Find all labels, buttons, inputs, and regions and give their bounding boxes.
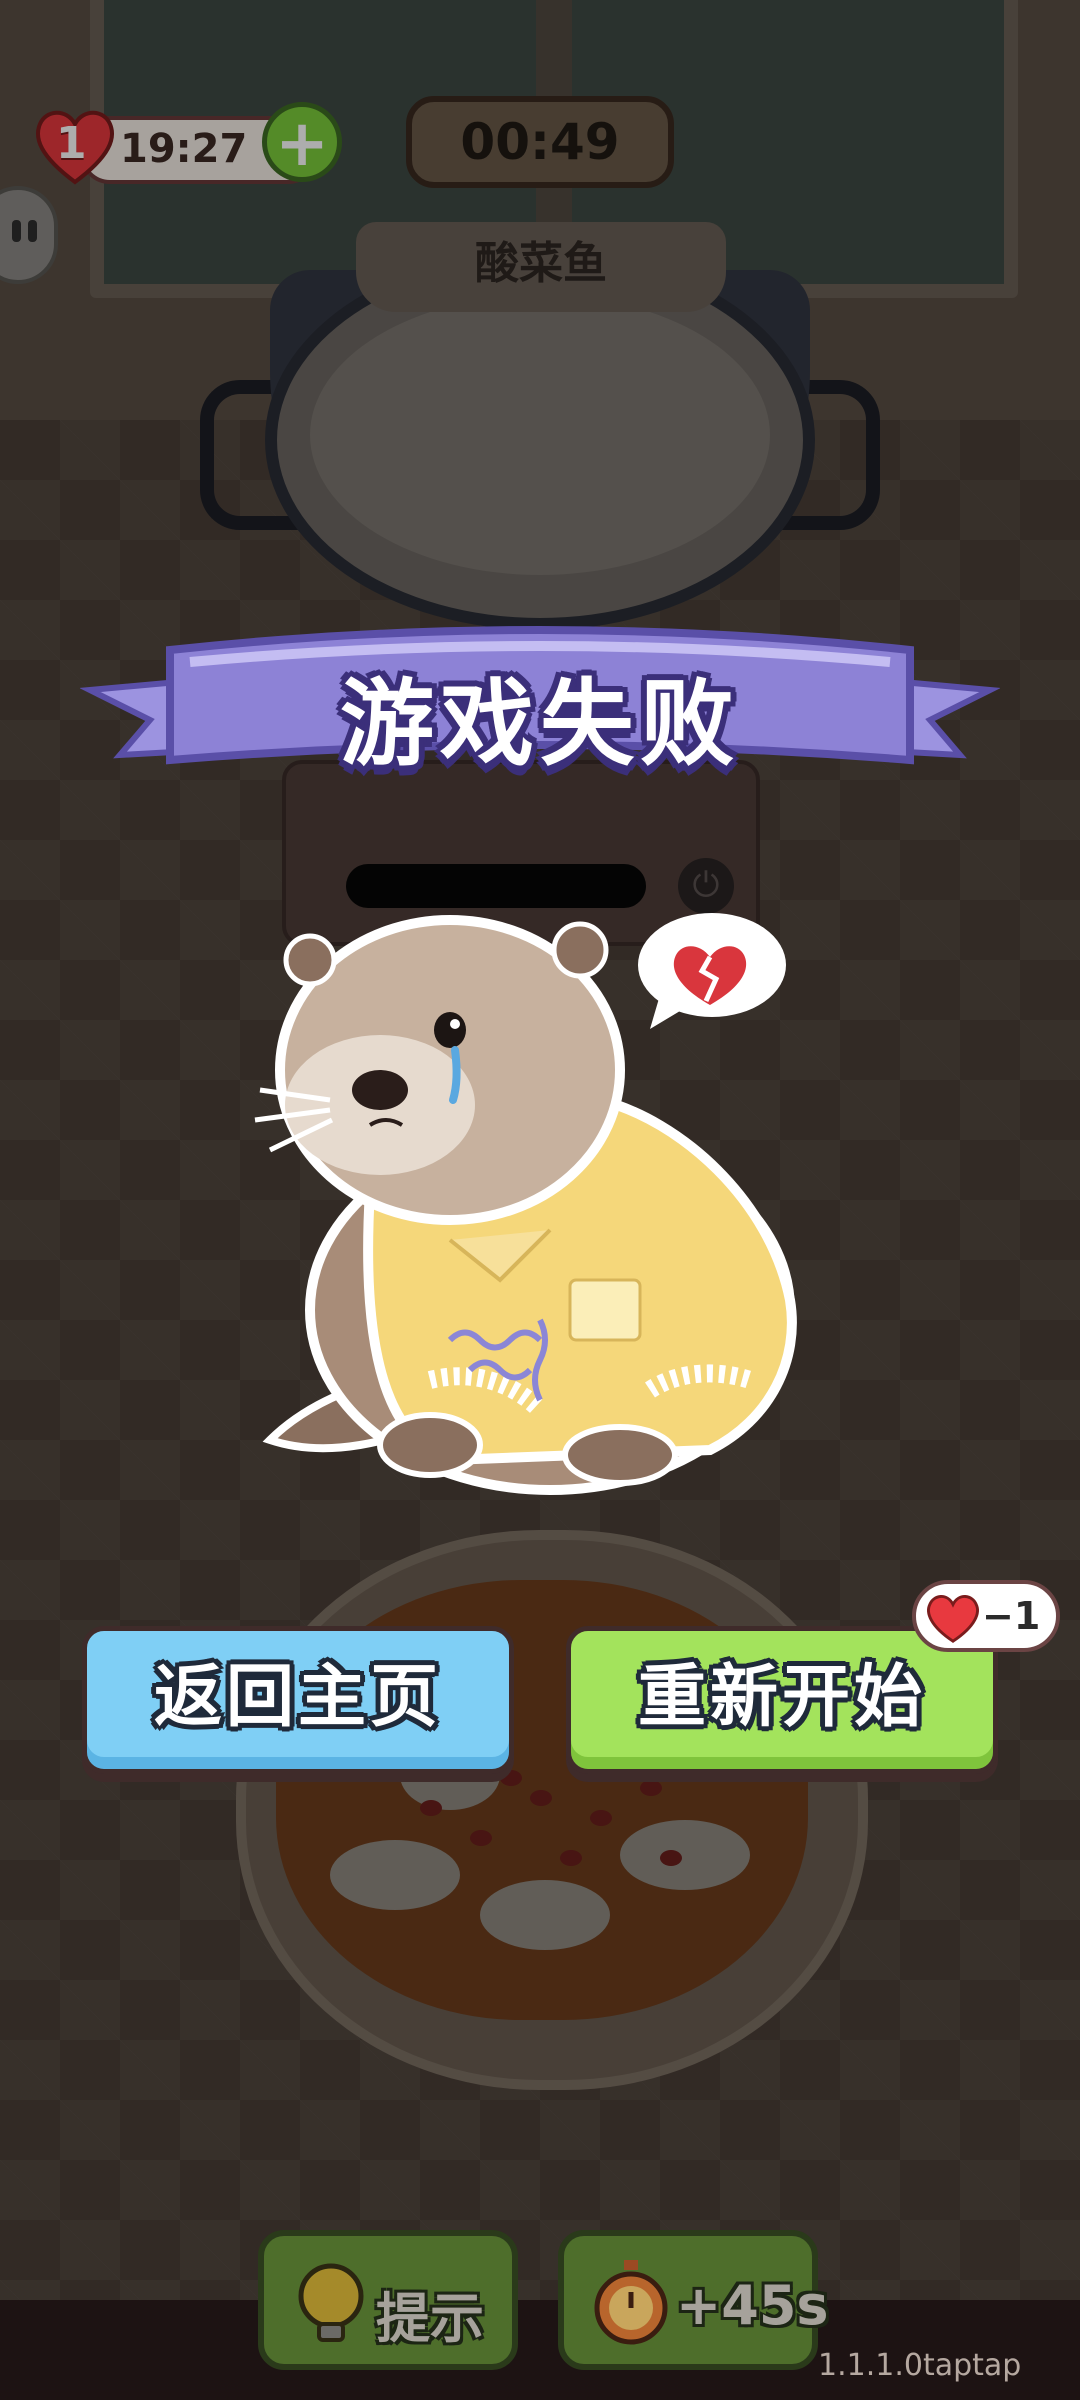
otter-character — [254, 915, 797, 1495]
result-title: 游戏失败 — [339, 670, 740, 779]
version-label: 1.1.1.0taptap — [818, 2348, 1022, 2383]
lightbulb-icon — [298, 2263, 364, 2342]
restart-cost-value: −1 — [982, 1594, 1041, 1638]
add-lives-button[interactable]: + — [262, 102, 342, 182]
add-time-button[interactable]: +45s — [558, 2230, 829, 2370]
pot-contents — [310, 295, 770, 575]
lives-count: 1 — [56, 118, 87, 169]
lives-counter: 19:27 1 + — [30, 100, 342, 190]
lives-refill-timer: 19:27 — [120, 126, 248, 172]
stopwatch-icon — [594, 2260, 668, 2345]
add-time-label: +45s — [676, 2274, 829, 2337]
return-home-button[interactable]: 返回主页 — [82, 1626, 514, 1774]
restart-cost-badge: −1 — [912, 1580, 1060, 1652]
hint-label: 提示 — [376, 2287, 484, 2350]
hint-button[interactable]: 提示 — [258, 2230, 518, 2370]
dish-name-label: 酸菜鱼 — [356, 222, 726, 312]
level-timer: 00:49 — [406, 96, 674, 188]
heart-icon — [927, 1595, 979, 1643]
